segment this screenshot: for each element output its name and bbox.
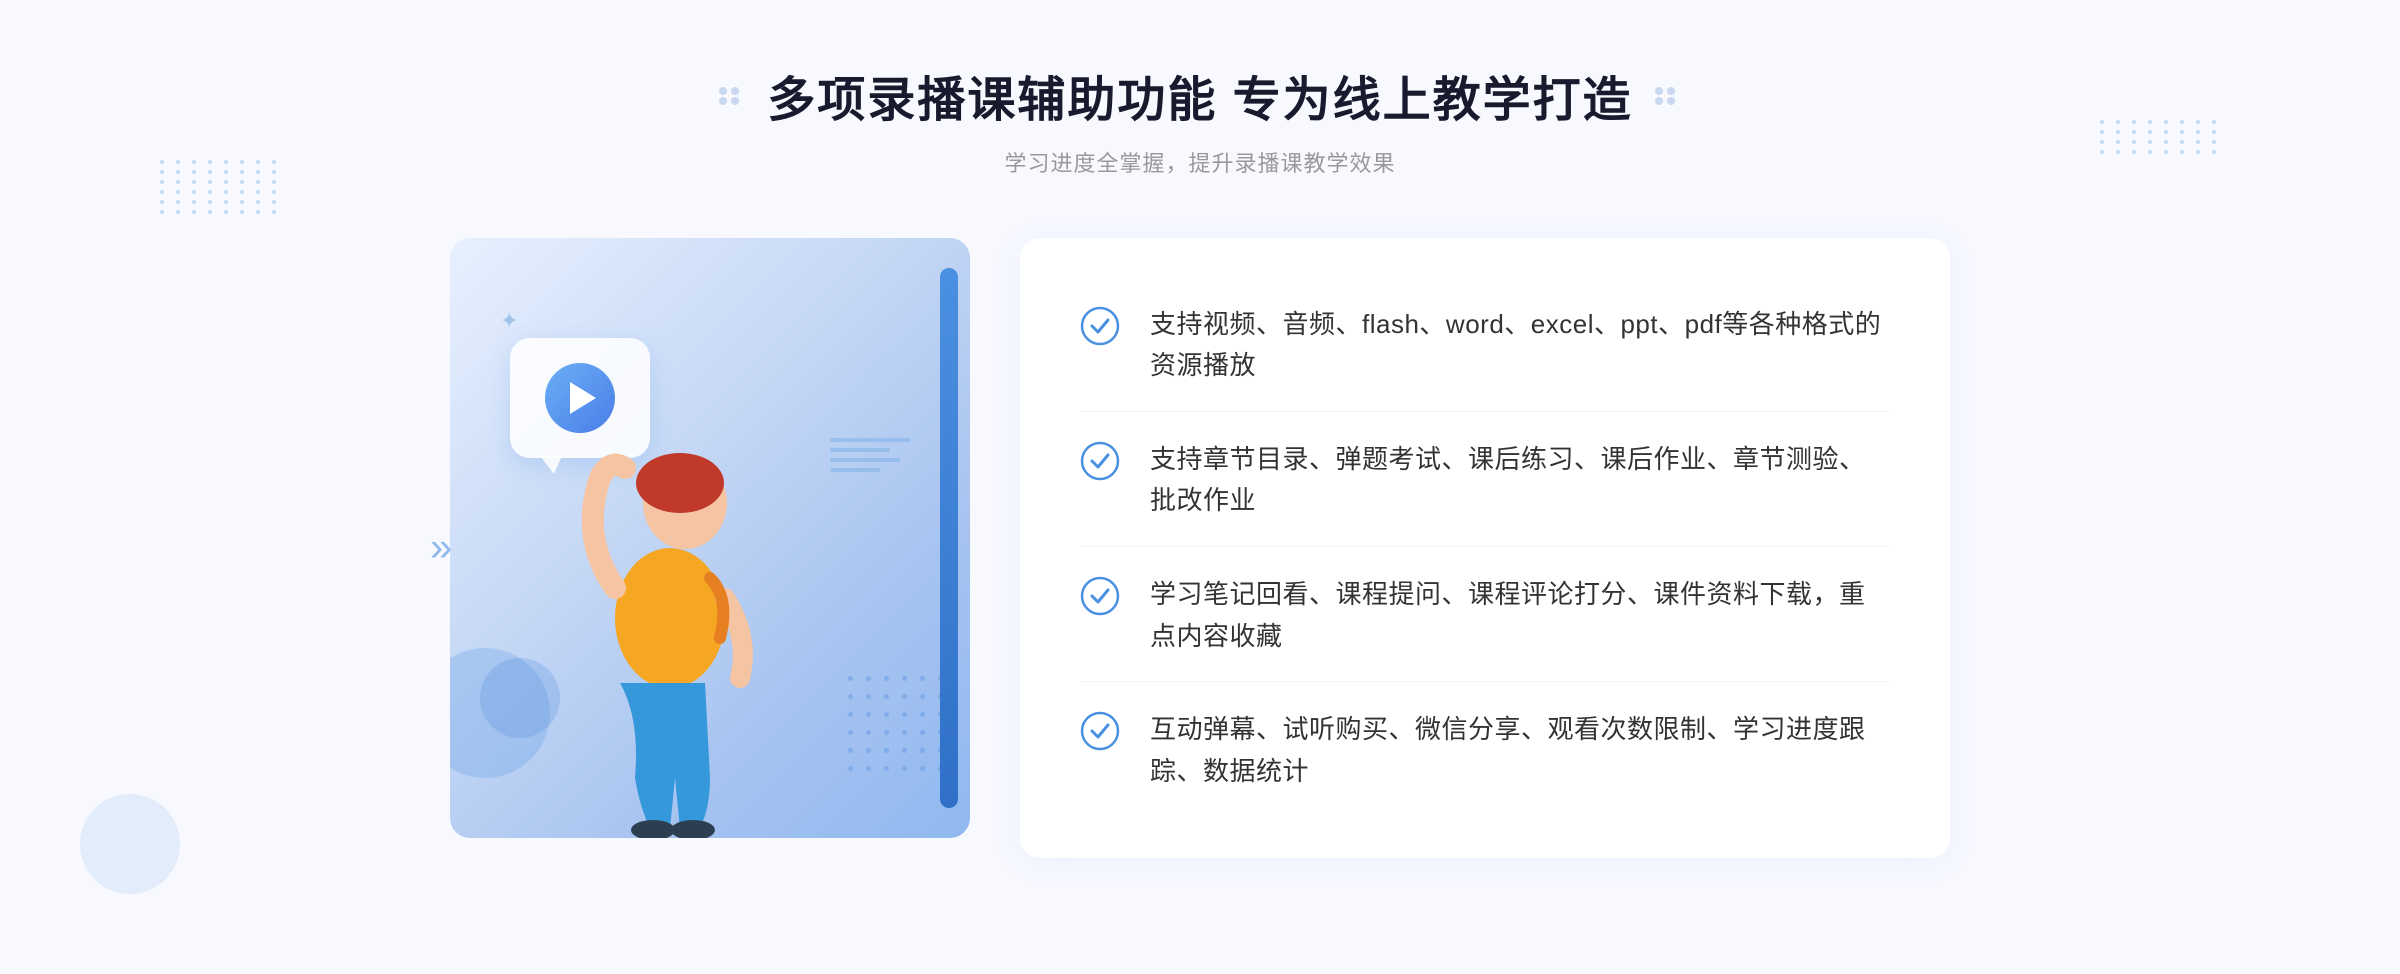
- line-1: [830, 438, 910, 442]
- feature-item-1: 支持视频、音频、flash、word、excel、ppt、pdf等各种格式的资源…: [1080, 280, 1890, 412]
- feature-item-4: 互动弹幕、试听购买、微信分享、观看次数限制、学习进度跟踪、数据统计: [1080, 685, 1890, 816]
- title-row: 多项录播课辅助功能 专为线上教学打造: [717, 60, 1682, 130]
- chevron-left-icon: »: [430, 526, 452, 571]
- feature-text-4: 互动弹幕、试听购买、微信分享、观看次数限制、学习进度跟踪、数据统计: [1150, 709, 1890, 792]
- line-4: [830, 468, 880, 472]
- check-icon-1: [1080, 306, 1120, 346]
- dots-decoration-left: [160, 160, 280, 280]
- check-icon-3: [1080, 576, 1120, 616]
- feature-item-3: 学习笔记回看、课程提问、课程评论打分、课件资料下载，重点内容收藏: [1080, 550, 1890, 682]
- feature-text-3: 学习笔记回看、课程提问、课程评论打分、课件资料下载，重点内容收藏: [1150, 574, 1890, 657]
- feature-text-2: 支持章节目录、弹题考试、课后练习、课后作业、章节测验、批改作业: [1150, 439, 1890, 522]
- title-decorator-left: [717, 85, 747, 105]
- check-icon-4: [1080, 711, 1120, 751]
- line-2: [830, 448, 890, 452]
- illustration-dots: [848, 676, 950, 778]
- blue-accent-bar: [940, 268, 958, 808]
- lines-decoration: [830, 438, 910, 472]
- illustration-background: ✦: [450, 238, 970, 838]
- check-icon-2: [1080, 441, 1120, 481]
- illustration-container: ✦: [450, 238, 1030, 858]
- person-illustration: [510, 338, 830, 838]
- dots-decoration-right: [2100, 120, 2200, 220]
- title-decorator-right: [1653, 85, 1683, 105]
- page-container: 多项录播课辅助功能 专为线上教学打造 学习进度全掌握，提升录播课教学效果: [0, 0, 2400, 974]
- features-panel: 支持视频、音频、flash、word、excel、ppt、pdf等各种格式的资源…: [1020, 238, 1950, 858]
- main-title: 多项录播课辅助功能 专为线上教学打造: [767, 60, 1632, 130]
- subtitle: 学习进度全掌握，提升录播课教学效果: [717, 146, 1682, 178]
- star-decoration: ✦: [500, 308, 518, 334]
- header-section: 多项录播课辅助功能 专为线上教学打造 学习进度全掌握，提升录播课教学效果: [717, 60, 1682, 178]
- feature-item-2: 支持章节目录、弹题考试、课后练习、课后作业、章节测验、批改作业: [1080, 415, 1890, 547]
- feature-text-1: 支持视频、音频、flash、word、excel、ppt、pdf等各种格式的资源…: [1150, 304, 1890, 387]
- content-area: ✦: [450, 238, 1950, 858]
- line-3: [830, 458, 900, 462]
- bottom-circle-decoration: [80, 794, 180, 894]
